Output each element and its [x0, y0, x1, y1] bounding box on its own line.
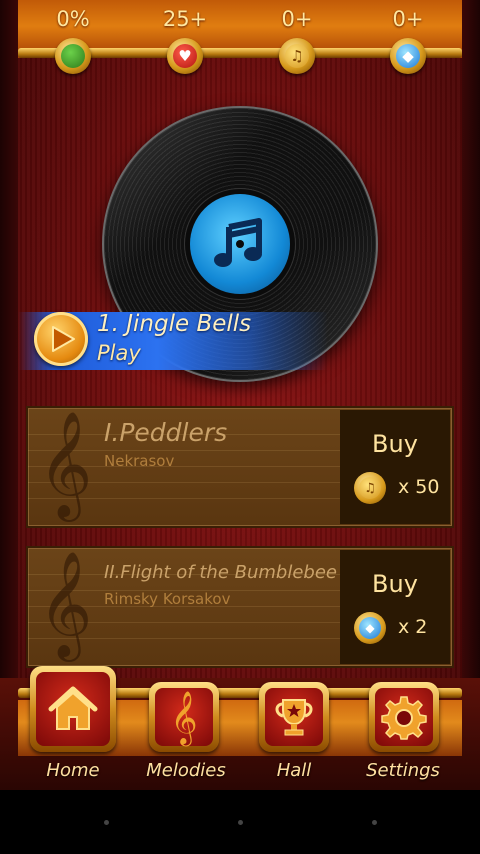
play-label[interactable]: Play — [97, 341, 141, 365]
nav-hall-label[interactable]: Hall — [239, 760, 349, 781]
game-screen: 0% 25+ ♥ 0+ ♫ 0+ ◆ 1. Jingle Bells Play … — [0, 0, 480, 790]
nav-home-label[interactable]: Home — [18, 760, 128, 781]
stat-lives-value: 25+ — [162, 7, 208, 31]
gem-icon: ◆ — [390, 38, 426, 74]
melody-title: I.Peddlers — [104, 418, 228, 447]
stat-progress-value: 0% — [56, 7, 90, 31]
system-back-button[interactable] — [104, 820, 109, 825]
heart-icon: ♥ — [167, 38, 203, 74]
nav-home-button[interactable] — [30, 666, 116, 752]
nav-melodies-label[interactable]: Melodies — [131, 760, 241, 781]
play-button[interactable] — [34, 312, 88, 366]
current-track-title: 1. Jingle Bells — [97, 311, 252, 337]
melody-title: II.Flight of the Bumblebee — [104, 562, 338, 583]
buy-button[interactable]: Buy ◆ x 2 — [340, 550, 450, 664]
note-coin-icon: ♫ — [354, 472, 386, 504]
nav-settings-label[interactable]: Settings — [348, 760, 458, 781]
stat-progress: 0% — [33, 0, 113, 74]
home-icon — [48, 686, 98, 730]
trophy-icon — [275, 699, 313, 736]
stat-lives: 25+ ♥ — [145, 0, 225, 74]
stat-notes: 0+ ♫ — [257, 0, 337, 74]
nav-melodies-button[interactable]: 𝄞 — [149, 682, 219, 752]
melody-card[interactable]: 𝄞 I.Peddlers Nekrasov Buy ♫ x 50 — [28, 408, 452, 526]
buy-price: x 50 — [398, 476, 440, 498]
gear-icon — [381, 696, 427, 740]
nav-hall-button[interactable] — [259, 682, 329, 752]
treble-clef-icon: 𝄞 — [170, 690, 198, 744]
stat-gems-value: 0+ — [392, 7, 424, 31]
buy-label: Buy — [372, 430, 418, 458]
system-recents-button[interactable] — [372, 820, 377, 825]
left-border — [0, 0, 18, 790]
system-nav-bar — [0, 790, 480, 854]
buy-label: Buy — [372, 570, 418, 598]
nav-settings-button[interactable] — [369, 682, 439, 752]
progress-icon — [55, 38, 91, 74]
buy-button[interactable]: Buy ♫ x 50 — [340, 410, 450, 524]
buy-price: x 2 — [398, 616, 428, 638]
music-note-icon — [190, 194, 290, 294]
treble-clef-icon: 𝄞 — [38, 550, 93, 657]
stat-gems: 0+ ◆ — [368, 0, 448, 74]
stat-notes-value: 0+ — [281, 7, 313, 31]
system-home-button[interactable] — [238, 820, 243, 825]
melody-card[interactable]: 𝄞 II.Flight of the Bumblebee Rimsky Kors… — [28, 548, 452, 666]
play-icon — [52, 326, 75, 352]
melody-author: Nekrasov — [104, 452, 175, 470]
gem-icon: ◆ — [354, 612, 386, 644]
right-border — [462, 0, 480, 790]
note-coin-icon: ♫ — [279, 38, 315, 74]
melody-author: Rimsky Korsakov — [104, 590, 231, 608]
treble-clef-icon: 𝄞 — [38, 410, 93, 517]
